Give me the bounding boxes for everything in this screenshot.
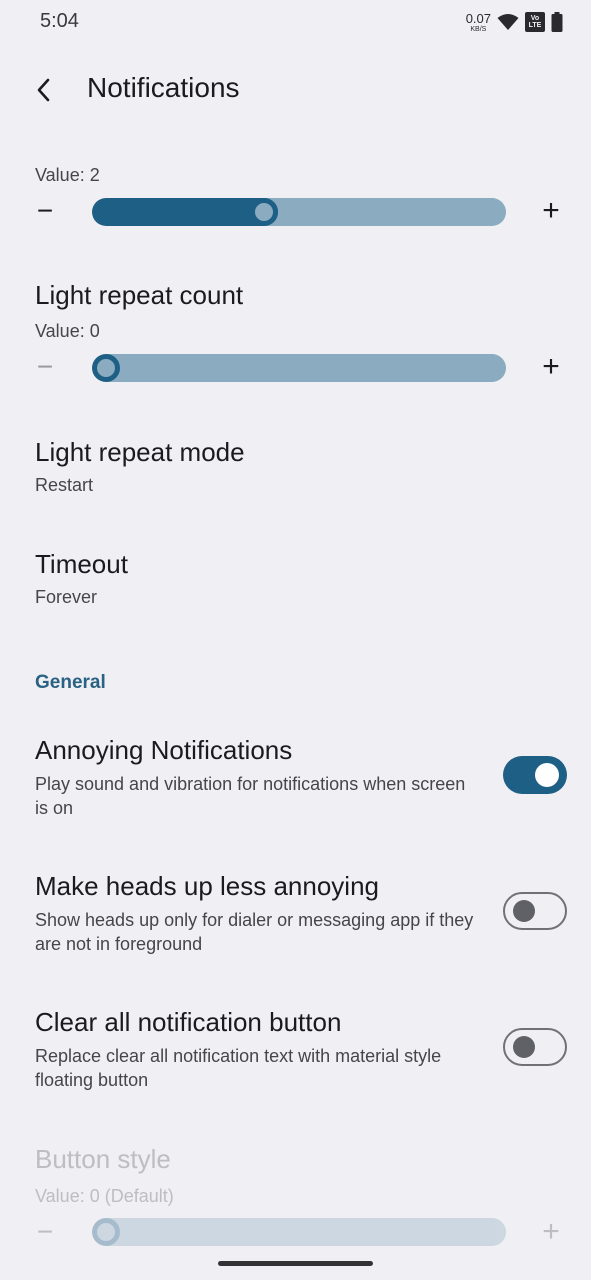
toggle-summary: Show heads up only for dialer or messagi… xyxy=(35,910,474,954)
timeout-item[interactable]: Timeout Forever xyxy=(0,533,591,633)
clear-all-button-switch[interactable] xyxy=(503,1028,567,1066)
network-speed: 0.07 KB/S xyxy=(466,12,491,33)
light-repeat-mode-item[interactable]: Light repeat mode Restart xyxy=(0,420,591,520)
button-style-value-label: Value: 0 (Default) xyxy=(35,1186,174,1206)
back-button[interactable] xyxy=(26,70,62,110)
gesture-navigation-bar[interactable] xyxy=(218,1261,373,1266)
top-slider-track[interactable] xyxy=(92,198,506,226)
light-repeat-mode-value: Restart xyxy=(35,475,94,495)
switch-knob xyxy=(535,763,559,787)
timeout-title: Timeout xyxy=(35,549,128,579)
wifi-icon xyxy=(497,14,519,30)
light-repeat-count-decrement-button[interactable]: − xyxy=(30,353,60,381)
top-slider-thumb[interactable] xyxy=(250,198,279,226)
switch-knob xyxy=(513,900,535,922)
section-header-general: General xyxy=(35,672,106,693)
toggle-row-clear-all-button[interactable]: Clear all notification button Replace cl… xyxy=(0,992,591,1104)
battery-icon xyxy=(551,12,563,32)
volte-bottom-text: LTE xyxy=(528,22,542,29)
top-slider-value-label: Value: 2 xyxy=(35,165,100,185)
light-repeat-count-thumb[interactable] xyxy=(92,354,120,382)
toggle-summary: Replace clear all notification text with… xyxy=(35,1046,442,1090)
volte-top-text: Vo xyxy=(530,14,540,22)
button-style-track xyxy=(92,1218,506,1246)
toggle-row-heads-up-less-annoying[interactable]: Make heads up less annoying Show heads u… xyxy=(0,856,591,968)
button-style-increment-button: + xyxy=(542,1215,560,1248)
toggle-title: Make heads up less annoying xyxy=(35,871,380,901)
switch-knob xyxy=(513,1036,535,1058)
status-icons: 0.07 KB/S Vo LTE xyxy=(466,10,563,34)
network-speed-unit: KB/S xyxy=(470,25,487,33)
top-slider-increment-button[interactable]: + xyxy=(536,196,566,226)
light-repeat-count-increment-button[interactable]: + xyxy=(536,352,566,382)
light-repeat-count-title: Light repeat count xyxy=(35,280,244,310)
button-style-title: Button style xyxy=(35,1144,171,1174)
toggle-title: Annoying Notifications xyxy=(35,735,293,765)
page-title: Notifications xyxy=(87,72,240,103)
top-slider-decrement-button[interactable]: − xyxy=(30,197,60,225)
heads-up-less-annoying-switch[interactable] xyxy=(503,892,567,930)
toggle-title: Clear all notification button xyxy=(35,1007,342,1037)
timeout-value: Forever xyxy=(35,587,98,607)
back-arrow-icon xyxy=(37,78,50,102)
light-repeat-count-value-label: Value: 0 xyxy=(35,321,100,341)
network-speed-value: 0.07 xyxy=(465,10,491,26)
light-repeat-count-track[interactable] xyxy=(92,354,506,382)
toggle-summary: Play sound and vibration for notificatio… xyxy=(35,774,466,818)
annoying-notifications-switch[interactable] xyxy=(503,756,567,794)
light-repeat-mode-title: Light repeat mode xyxy=(35,437,245,467)
button-style-decrement-button: − xyxy=(36,1216,54,1247)
volte-icon: Vo LTE xyxy=(525,12,545,32)
toggle-row-annoying-notifications[interactable]: Annoying Notifications Play sound and vi… xyxy=(0,720,591,832)
status-time: 5:04 xyxy=(40,10,79,32)
button-style-thumb xyxy=(92,1218,120,1246)
